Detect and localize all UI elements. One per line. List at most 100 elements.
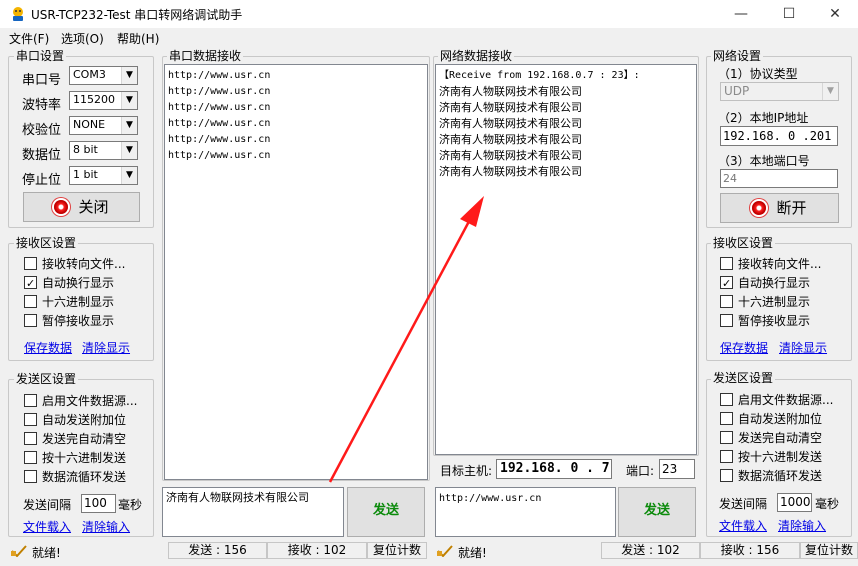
checkbox[interactable] (24, 470, 37, 483)
checkbox[interactable] (720, 431, 733, 444)
net-disconnect-button[interactable]: 断开 (720, 193, 839, 223)
option-hex-display[interactable]: 十六进制显示 (720, 293, 821, 312)
receive-line: http://www.usr.cn (168, 134, 271, 145)
checkbox[interactable] (24, 295, 37, 308)
option-auto-wrap[interactable]: 自动换行显示 (24, 274, 125, 293)
minimize-icon[interactable]: — (718, 0, 764, 28)
serial-send-input[interactable]: 济南有人物联网技术有限公司 (162, 487, 344, 537)
chevron-down-icon: ▼ (121, 117, 137, 134)
right-send-options: 启用文件数据源... 自动发送附加位 发送完自动清空 按十六进制发送 数据流循环… (720, 391, 833, 486)
checkbox[interactable] (24, 432, 37, 445)
option-append-bits[interactable]: 自动发送附加位 (24, 411, 137, 430)
serial-port-select[interactable]: COM3 ▼ (69, 66, 138, 85)
option-receive-to-file[interactable]: 接收转向文件... (720, 255, 821, 274)
right-clear-display-link[interactable]: 清除显示 (779, 339, 827, 356)
option-auto-clear[interactable]: 发送完自动清空 (24, 430, 137, 449)
checkbox[interactable] (720, 393, 733, 406)
net-receive-textarea[interactable]: 【Receive from 192.168.0.7 : 23】: 济南有人物联网… (435, 64, 697, 455)
option-hex-send[interactable]: 按十六进制发送 (24, 449, 137, 468)
target-host-input[interactable]: 192.168. 0 . 7 (496, 459, 612, 479)
net-send-input[interactable]: http://www.usr.cn (435, 487, 616, 537)
checkbox[interactable] (24, 257, 37, 270)
baud-rate-label: 波特率 (22, 98, 62, 113)
left-clear-input-link[interactable]: 清除输入 (82, 518, 130, 535)
checkbox[interactable] (720, 450, 733, 463)
chevron-down-icon: ▼ (121, 67, 137, 84)
receive-line: http://www.usr.cn (168, 102, 271, 113)
right-interval-unit: 毫秒 (815, 497, 840, 511)
local-port-input[interactable]: 24 (720, 169, 838, 188)
checkbox[interactable] (720, 412, 733, 425)
right-clear-input-link[interactable]: 清除输入 (778, 517, 826, 534)
checkbox[interactable] (24, 314, 37, 327)
close-icon[interactable]: ✕ (812, 0, 858, 28)
option-hex-send[interactable]: 按十六进制发送 (720, 448, 833, 467)
receive-line: http://www.usr.cn (168, 70, 271, 81)
checkbox-checked[interactable] (24, 274, 37, 293)
left-status-ready: 就绪! (32, 546, 61, 560)
left-reset-count-button[interactable]: 复位计数 (367, 542, 427, 559)
menu-file[interactable]: 文件(F) (9, 30, 49, 47)
option-receive-to-file[interactable]: 接收转向文件... (24, 255, 125, 274)
checkbox[interactable] (24, 413, 37, 426)
option-loop-send[interactable]: 数据流循环发送 (24, 468, 137, 487)
receive-line: 济南有人物联网技术有限公司 (439, 149, 582, 162)
baud-rate-select[interactable]: 115200 ▼ (69, 91, 138, 110)
serial-settings-title: 串口设置 (14, 49, 67, 63)
option-auto-wrap[interactable]: 自动换行显示 (720, 274, 821, 293)
left-clear-display-link[interactable]: 清除显示 (82, 339, 130, 356)
net-receive-title: 网络数据接收 (438, 49, 515, 63)
receive-line: 济南有人物联网技术有限公司 (439, 85, 582, 98)
stop-bits-label: 停止位 (22, 173, 62, 188)
target-host-label: 目标主机: (440, 464, 493, 478)
option-pause-display[interactable]: 暂停接收显示 (720, 312, 821, 331)
target-port-label: 端口: (626, 464, 655, 478)
parity-label: 校验位 (22, 123, 62, 138)
checkbox[interactable] (24, 394, 37, 407)
data-bits-select[interactable]: 8 bit ▼ (69, 141, 138, 160)
chevron-down-icon: ▼ (822, 83, 838, 100)
right-load-file-link[interactable]: 文件载入 (719, 517, 767, 534)
checkbox[interactable] (720, 469, 733, 482)
right-interval-input[interactable]: 1000 (777, 493, 812, 512)
stop-bits-select[interactable]: 1 bit ▼ (69, 166, 138, 185)
serial-receive-textarea[interactable]: http://www.usr.cn http://www.usr.cn http… (164, 64, 428, 480)
right-recv-count: 接收 : 156 (700, 542, 800, 559)
parity-select[interactable]: NONE ▼ (69, 116, 138, 135)
option-auto-clear[interactable]: 发送完自动清空 (720, 429, 833, 448)
net-send-button[interactable]: 发送 (618, 487, 696, 537)
serial-close-button[interactable]: 关闭 (23, 192, 140, 222)
checkbox[interactable] (720, 257, 733, 270)
left-receive-options: 接收转向文件... 自动换行显示 十六进制显示 暂停接收显示 (24, 255, 125, 331)
protocol-select[interactable]: UDP ▼ (720, 82, 839, 101)
menu-help[interactable]: 帮助(H) (117, 30, 159, 47)
data-bits-label: 数据位 (22, 148, 62, 163)
right-sent-count: 发送 : 102 (601, 542, 700, 559)
maximize-icon[interactable]: ☐ (766, 0, 812, 28)
serial-send-button[interactable]: 发送 (347, 487, 425, 537)
left-save-data-link[interactable]: 保存数据 (24, 339, 72, 356)
receive-line: 济南有人物联网技术有限公司 (439, 117, 582, 130)
option-pause-display[interactable]: 暂停接收显示 (24, 312, 125, 331)
option-hex-display[interactable]: 十六进制显示 (24, 293, 125, 312)
right-receive-options: 接收转向文件... 自动换行显示 十六进制显示 暂停接收显示 (720, 255, 821, 331)
option-loop-send[interactable]: 数据流循环发送 (720, 467, 833, 486)
checkbox[interactable] (720, 295, 733, 308)
option-file-source[interactable]: 启用文件数据源... (720, 391, 833, 410)
menu-options[interactable]: 选项(O) (61, 30, 104, 47)
option-file-source[interactable]: 启用文件数据源... (24, 392, 137, 411)
checkbox-checked[interactable] (720, 274, 733, 293)
checkbox[interactable] (720, 314, 733, 327)
option-append-bits[interactable]: 自动发送附加位 (720, 410, 833, 429)
right-reset-count-button[interactable]: 复位计数 (800, 542, 858, 559)
left-load-file-link[interactable]: 文件载入 (23, 518, 71, 535)
local-ip-label: （2）本地IP地址 (718, 111, 809, 125)
receive-header: 【Receive from 192.168.0.7 : 23】: (439, 70, 640, 81)
target-port-input[interactable]: 23 (659, 459, 695, 479)
checkbox[interactable] (24, 451, 37, 464)
left-send-options: 启用文件数据源... 自动发送附加位 发送完自动清空 按十六进制发送 数据流循环… (24, 392, 137, 487)
left-interval-input[interactable]: 100 (81, 494, 116, 513)
chevron-down-icon: ▼ (121, 167, 137, 184)
right-save-data-link[interactable]: 保存数据 (720, 339, 768, 356)
local-ip-input[interactable]: 192.168. 0 .201 (720, 126, 838, 146)
